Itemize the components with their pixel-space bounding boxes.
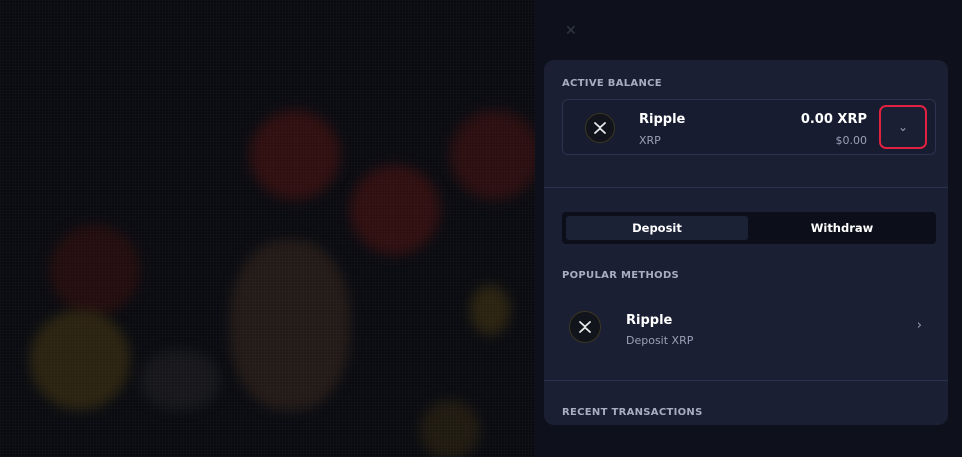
tab-withdraw[interactable]: Withdraw <box>752 216 932 240</box>
method-name: Ripple <box>626 313 673 328</box>
method-subtitle: Deposit XRP <box>626 334 694 347</box>
tab-deposit[interactable]: Deposit <box>566 216 748 240</box>
active-balance-label: ACTIVE BALANCE <box>562 78 662 89</box>
divider <box>544 380 948 381</box>
divider <box>544 187 948 188</box>
active-balance-selector[interactable]: Ripple XRP 0.00 XRP $0.00 ⌄ <box>562 99 936 155</box>
deposit-withdraw-tabs: Deposit Withdraw <box>562 212 936 244</box>
popular-methods-label: POPULAR METHODS <box>562 270 680 281</box>
payment-method-ripple[interactable]: Ripple Deposit XRP › <box>562 305 936 355</box>
background-texture <box>0 0 540 457</box>
ripple-icon <box>585 113 615 143</box>
blurred-game-background <box>0 0 540 457</box>
balance-coin-code: XRP <box>639 134 661 147</box>
balance-dropdown-button[interactable]: ⌄ <box>879 105 927 149</box>
balance-coin-name: Ripple <box>639 112 686 127</box>
balance-amount: 0.00 XRP <box>800 112 867 127</box>
close-icon[interactable]: ✕ <box>565 24 579 38</box>
ripple-icon <box>569 311 601 343</box>
chevron-right-icon: › <box>916 318 922 333</box>
wallet-card: ACTIVE BALANCE Ripple XRP 0.00 XRP $0.00… <box>544 60 948 425</box>
recent-transactions-label: RECENT TRANSACTIONS <box>562 407 703 418</box>
chevron-down-icon: ⌄ <box>897 120 909 134</box>
balance-usd-value: $0.00 <box>835 134 868 147</box>
